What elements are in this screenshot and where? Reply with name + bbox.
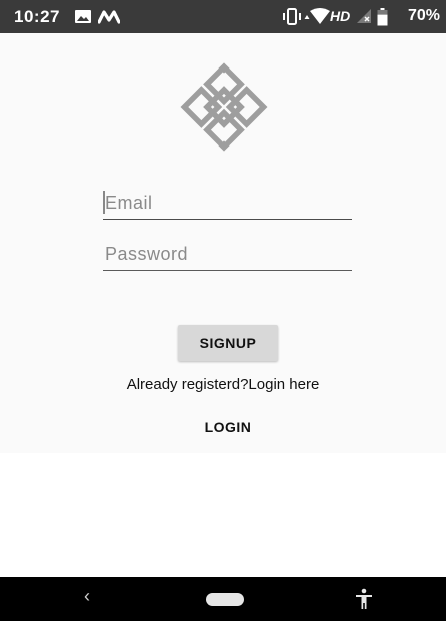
already-registered-text: Already registerd?Login here xyxy=(126,376,320,393)
m-app-icon xyxy=(97,8,121,30)
back-icon[interactable]: ‹ xyxy=(84,586,90,607)
wifi-icon xyxy=(310,8,330,30)
content-bottom-area xyxy=(0,453,446,577)
battery-icon xyxy=(377,8,388,31)
navigation-bar: ‹ xyxy=(0,577,446,621)
network-type-label: HD xyxy=(330,8,351,24)
password-field-container xyxy=(103,240,354,271)
status-bar: 10:27 HD 70% xyxy=(0,0,446,33)
text-cursor xyxy=(103,191,105,214)
app-logo xyxy=(168,62,280,152)
status-time: 10:27 xyxy=(14,7,60,26)
vibrate-icon xyxy=(281,8,303,30)
signup-button[interactable]: SIGNUP xyxy=(178,325,278,361)
password-input[interactable] xyxy=(103,240,354,268)
accessibility-icon[interactable] xyxy=(355,588,373,610)
image-icon xyxy=(74,8,92,30)
login-button[interactable]: LOGIN xyxy=(178,413,278,441)
knot-logo-icon xyxy=(180,62,268,152)
home-pill-icon[interactable] xyxy=(206,593,244,606)
cell-signal-icon xyxy=(356,8,373,30)
email-field-container xyxy=(103,189,354,220)
email-input[interactable] xyxy=(103,189,354,217)
battery-percent: 70% xyxy=(407,7,440,24)
